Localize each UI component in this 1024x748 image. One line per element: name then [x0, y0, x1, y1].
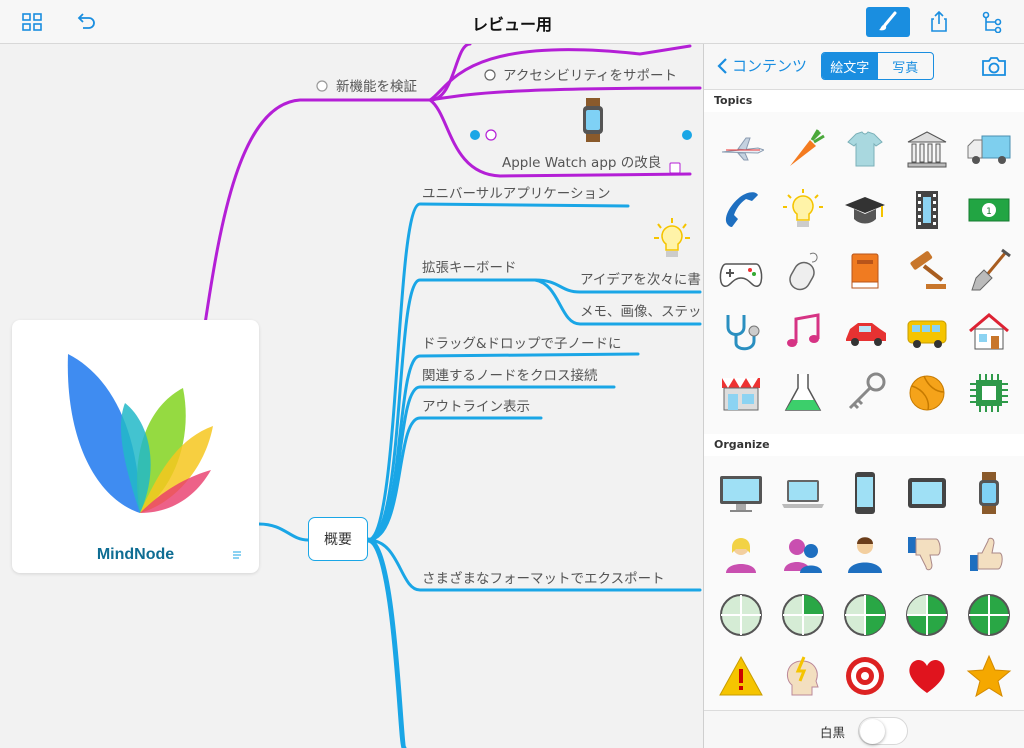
warning-icon[interactable]	[710, 645, 772, 706]
progress-25-icon[interactable]	[772, 584, 834, 645]
carrot-icon[interactable]	[772, 118, 834, 179]
man-icon[interactable]	[834, 523, 896, 584]
key-icon[interactable]	[834, 362, 896, 423]
central-node[interactable]: MindNode	[12, 320, 259, 573]
node-ideas[interactable]: アイデアを次々に書	[580, 268, 701, 288]
node-apple-watch[interactable]: Apple Watch app の改良	[502, 151, 661, 171]
back-label: コンテンツ	[732, 57, 808, 75]
lightbulb-image	[654, 218, 690, 257]
section-title-topics: Topics	[704, 90, 1024, 112]
node-new-features[interactable]: 新機能を検証	[336, 75, 417, 95]
lightbulb-icon[interactable]	[772, 179, 834, 240]
mindmap-canvas[interactable]: 新機能を検証 アクセシビリティをサポート Apple Watch app の改良…	[0, 44, 704, 748]
flask-icon[interactable]	[772, 362, 834, 423]
black-white-row: 白黒	[704, 710, 1024, 748]
chevron-left-icon	[717, 57, 727, 74]
top-toolbar: レビュー用	[0, 0, 1024, 44]
share-icon[interactable]	[917, 7, 961, 37]
organize-icon-grid	[704, 462, 1024, 706]
watch-icon[interactable]	[958, 462, 1020, 523]
node-drag-drop[interactable]: ドラッグ&ドロップで子ノードに	[422, 332, 622, 352]
brush-icon[interactable]	[866, 7, 910, 37]
back-button[interactable]: コンテンツ	[716, 55, 807, 76]
bank-icon[interactable]	[896, 118, 958, 179]
outline-icon[interactable]	[970, 7, 1014, 37]
shovel-icon[interactable]	[958, 240, 1020, 301]
thumbs-down-icon[interactable]	[896, 523, 958, 584]
stethoscope-icon[interactable]	[710, 301, 772, 362]
star-icon[interactable]	[958, 645, 1020, 706]
music-note-icon[interactable]	[772, 301, 834, 362]
central-node-title: MindNode	[96, 546, 175, 563]
group-icon[interactable]	[772, 523, 834, 584]
book-icon[interactable]	[834, 240, 896, 301]
node-extended-keyboard[interactable]: 拡張キーボード	[422, 256, 517, 276]
progress-0-icon[interactable]	[710, 584, 772, 645]
bus-icon[interactable]	[896, 301, 958, 362]
laptop-icon[interactable]	[772, 462, 834, 523]
target-icon[interactable]	[834, 645, 896, 706]
app-window: レビュー用 新機能を検証 アクセシビリティをサポート Apple Watch a…	[0, 0, 1024, 748]
node-overview[interactable]: 概要	[308, 517, 368, 561]
tab-emoji[interactable]: 絵文字	[822, 53, 878, 79]
node-accessibility[interactable]: アクセシビリティをサポート	[503, 64, 677, 84]
node-notes-images[interactable]: メモ、画像、ステッ	[580, 300, 702, 320]
mouse-icon[interactable]	[772, 240, 834, 301]
tshirt-icon[interactable]	[834, 118, 896, 179]
tablet-icon[interactable]	[896, 462, 958, 523]
content-type-segmented-control: 絵文字 写真	[821, 52, 934, 80]
store-icon[interactable]	[710, 362, 772, 423]
camera-icon[interactable]	[981, 55, 1007, 81]
house-icon[interactable]	[958, 301, 1020, 362]
graduation-cap-icon[interactable]	[834, 179, 896, 240]
node-outline-view[interactable]: アウトライン表示	[422, 395, 530, 415]
gavel-icon[interactable]	[896, 240, 958, 301]
svg-text:1: 1	[986, 207, 992, 217]
node-cross-connect[interactable]: 関連するノードをクロス接続	[422, 364, 598, 384]
progress-75-icon[interactable]	[896, 584, 958, 645]
chip-icon[interactable]	[958, 362, 1020, 423]
topics-icon-grid: 1	[704, 118, 1024, 423]
node-export[interactable]: さまざまなフォーマットでエクスポート	[422, 567, 665, 587]
heart-icon[interactable]	[896, 645, 958, 706]
phone-device-icon[interactable]	[834, 462, 896, 523]
toggle-knob	[860, 719, 885, 744]
airplane-icon[interactable]	[710, 118, 772, 179]
progress-50-icon[interactable]	[834, 584, 896, 645]
watch-image	[583, 98, 603, 142]
phone-icon[interactable]	[710, 179, 772, 240]
woman-icon[interactable]	[710, 523, 772, 584]
ball-icon[interactable]	[896, 362, 958, 423]
note-icon	[233, 551, 241, 559]
black-white-label: 白黒	[820, 725, 846, 740]
gamepad-icon[interactable]	[710, 240, 772, 301]
black-white-toggle[interactable]	[858, 717, 908, 745]
section-title-organize: Organize	[704, 434, 1024, 456]
mindnode-logo	[67, 354, 213, 513]
content-panel: コンテンツ 絵文字 写真 Topics 1 Organize 白黒	[703, 44, 1024, 748]
tab-photos[interactable]: 写真	[878, 53, 934, 79]
progress-100-icon[interactable]	[958, 584, 1020, 645]
panel-header: コンテンツ 絵文字 写真	[704, 44, 1024, 90]
thumbs-up-icon[interactable]	[958, 523, 1020, 584]
truck-icon[interactable]	[958, 118, 1020, 179]
film-strip-icon[interactable]	[896, 179, 958, 240]
desktop-icon[interactable]	[710, 462, 772, 523]
node-universal-app[interactable]: ユニバーサルアプリケーション	[422, 182, 610, 202]
banknote-icon[interactable]: 1	[958, 179, 1020, 240]
car-icon[interactable]	[834, 301, 896, 362]
idea-head-icon[interactable]	[772, 645, 834, 706]
